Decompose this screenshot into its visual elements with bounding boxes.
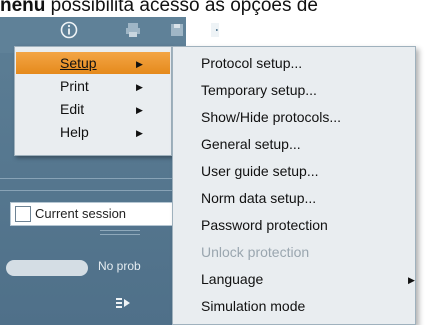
status-text: No prob: [98, 259, 141, 273]
current-session-label: Current session: [35, 206, 127, 221]
submenu-arrow-icon: ▶: [408, 275, 415, 285]
submenu-arrow-icon: ▶: [136, 128, 143, 138]
submenu-item-label: Language: [201, 271, 264, 287]
submenu-arrow-icon: ▶: [136, 105, 143, 115]
current-session-checkbox[interactable]: Current session: [10, 202, 186, 226]
caption-bold: nenu: [0, 0, 46, 16]
submenu-item-unlock-protection: Unlock protection: [201, 244, 310, 260]
status-pill: [6, 260, 88, 276]
printer-icon[interactable]: [122, 21, 144, 43]
submenu-item-general-setup[interactable]: General setup...: [201, 132, 411, 156]
drag-handle[interactable]: [100, 230, 140, 235]
panel-divider: [0, 178, 186, 179]
submenu-item-protocol-setup[interactable]: Protocol setup...: [201, 51, 411, 75]
submenu-arrow-icon: ▶: [136, 59, 143, 69]
menu-item-label: Setup: [60, 55, 97, 71]
submenu-item-simulation-mode[interactable]: Simulation mode: [201, 294, 411, 318]
menu-item-label: Edit: [60, 101, 85, 117]
door-icon[interactable]: [204, 21, 226, 43]
setup-submenu: Protocol setup... Temporary setup... Sho…: [172, 46, 416, 325]
submenu-item-user-guide-setup[interactable]: User guide setup...: [201, 159, 411, 183]
submenu-item-password-protection[interactable]: Password protection: [201, 213, 411, 237]
menu-item-print[interactable]: Print ▶: [16, 75, 170, 97]
checkbox-box[interactable]: [15, 206, 31, 222]
menu-item-label: Help: [60, 124, 89, 140]
submenu-item-norm-data-setup[interactable]: Norm data setup...: [201, 186, 411, 210]
submenu-item-temporary-setup[interactable]: Temporary setup...: [201, 78, 411, 102]
menu-item-label: Print: [60, 78, 89, 94]
info-icon[interactable]: [58, 21, 80, 43]
panel-divider: [0, 190, 186, 191]
export-icon[interactable]: [115, 296, 133, 314]
menu-item-help[interactable]: Help ▶: [16, 121, 170, 143]
menu-item-edit[interactable]: Edit ▶: [16, 98, 170, 120]
submenu-item-show-hide-protocols[interactable]: Show/Hide protocols...: [201, 105, 411, 129]
caption-text: nenu possibilita acesso às opções de: [0, 0, 428, 18]
save-icon[interactable]: [166, 21, 188, 43]
menu-item-setup[interactable]: Setup ▶: [16, 52, 170, 74]
submenu-arrow-icon: ▶: [136, 82, 143, 92]
caption-rest: possibilita acesso às opções de: [45, 0, 318, 16]
main-menu: Setup ▶ Print ▶ Edit ▶ Help ▶: [14, 46, 172, 156]
submenu-item-language[interactable]: Language ▶: [201, 267, 415, 291]
